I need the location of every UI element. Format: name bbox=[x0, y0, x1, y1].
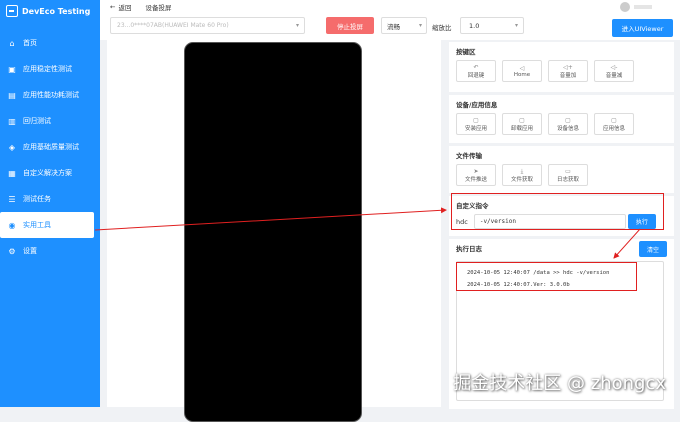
tool-icon: ➤ bbox=[473, 167, 479, 175]
tool-button[interactable]: ▭ 日志获取 bbox=[548, 164, 588, 186]
tool-icon: ▢ bbox=[565, 116, 571, 124]
keys-card: 按键区 ↶ 回退键 ◁ Home ◁+ 音量加 ◁- 音量减 bbox=[449, 42, 674, 92]
tool-button-label: 卸载应用 bbox=[510, 125, 533, 132]
file-transfer-card: 文件传输 ➤ 文件推送 ⤓ 文件获取 ▭ 日志获取 bbox=[449, 146, 674, 193]
sidebar-item-label: 应用稳定性测试 bbox=[23, 65, 72, 73]
file-transfer-card-title: 文件传输 bbox=[456, 152, 482, 160]
tool-button[interactable]: ◁ Home bbox=[502, 60, 542, 82]
chevron-down-icon: ▾ bbox=[295, 22, 299, 29]
breadcrumb: 设备投屏 bbox=[145, 4, 172, 12]
screen-preview-area bbox=[107, 40, 441, 422]
device-button-row: ▢ 安装应用 ▢ 卸载应用 ▢ 设备信息 ▢ 应用信息 bbox=[456, 113, 668, 135]
quality-icon: ◈ bbox=[8, 142, 16, 152]
control-bar: 23...0****07AB(HUAWEI Mate 60 Pro) ▾ 停止投… bbox=[100, 14, 680, 40]
app-logo-icon bbox=[6, 5, 18, 17]
scale-select[interactable]: 1.0 ▾ bbox=[460, 17, 524, 34]
sidebar: DevEco Testing ⌂ 首页 ▣ 应用稳定性测试 ▤ 应用性能功耗测试 ▥ 回归测试… bbox=[0, 0, 100, 407]
tool-icon: ◁ bbox=[519, 64, 525, 72]
scale-select-value: 1.0 bbox=[469, 21, 480, 30]
sidebar-item-performance[interactable]: ▤ 应用性能功耗测试 bbox=[0, 82, 100, 108]
tool-button-label: 日志获取 bbox=[556, 176, 579, 183]
tool-button[interactable]: ↶ 回退键 bbox=[456, 60, 496, 82]
file-button-row: ➤ 文件推送 ⤓ 文件获取 ▭ 日志获取 bbox=[456, 164, 668, 186]
sidebar-item-regression[interactable]: ▥ 回归测试 bbox=[0, 108, 100, 134]
user-menu[interactable] bbox=[620, 2, 652, 12]
sidebar-item-label: 应用基础质量测试 bbox=[23, 143, 79, 151]
regression-icon: ▥ bbox=[8, 116, 16, 126]
arrow-left-icon: ← bbox=[110, 3, 116, 11]
uiviewer-button[interactable]: 进入UIViewer bbox=[612, 19, 673, 37]
sidebar-item-task[interactable]: ☰ 测试任务 bbox=[0, 186, 100, 212]
tool-button[interactable]: ⤓ 文件获取 bbox=[502, 164, 542, 186]
tool-button-label: 应用信息 bbox=[602, 125, 625, 132]
sidebar-item-solution[interactable]: ▦ 自定义解决方案 bbox=[0, 160, 100, 186]
tool-button-label: 回退键 bbox=[467, 72, 485, 79]
watermark: 掘金技术社区 @ zhongcx bbox=[453, 373, 666, 394]
tool-button[interactable]: ◁+ 音量加 bbox=[548, 60, 588, 82]
task-icon: ☰ bbox=[8, 194, 16, 204]
settings-icon: ⚙ bbox=[8, 246, 16, 256]
chevron-down-icon: ▾ bbox=[418, 22, 422, 29]
tool-icon: ⤓ bbox=[520, 167, 524, 175]
tool-button[interactable]: ▢ 应用信息 bbox=[594, 113, 634, 135]
device-info-card-title: 设备/应用信息 bbox=[456, 101, 498, 109]
tool-button[interactable]: ◁- 音量减 bbox=[594, 60, 634, 82]
tool-icon: ◁+ bbox=[563, 63, 573, 71]
tool-icon: ▢ bbox=[611, 116, 617, 124]
device-info-card: 设备/应用信息 ▢ 安装应用 ▢ 卸载应用 ▢ 设备信息 ▢ 应用信息 bbox=[449, 95, 674, 143]
tool-icon: ◁- bbox=[610, 63, 618, 71]
tool-icon: ▢ bbox=[473, 116, 479, 124]
tool-button-label: 设备信息 bbox=[556, 125, 579, 132]
solution-icon: ▦ bbox=[8, 168, 16, 178]
tool-button-label: Home bbox=[513, 71, 531, 78]
back-label: 返回 bbox=[118, 4, 132, 12]
sidebar-item-settings[interactable]: ⚙ 设置 bbox=[0, 238, 100, 264]
fluency-select[interactable]: 流畅 ▾ bbox=[381, 17, 427, 34]
tool-button[interactable]: ▢ 设备信息 bbox=[548, 113, 588, 135]
sidebar-item-label: 自定义解决方案 bbox=[23, 169, 72, 177]
sidebar-item-label: 应用性能功耗测试 bbox=[23, 91, 79, 99]
tool-button-label: 音量减 bbox=[605, 72, 623, 79]
fluency-select-value: 流畅 bbox=[387, 22, 400, 31]
tool-button-label: 文件推送 bbox=[464, 176, 487, 183]
sidebar-item-label: 测试任务 bbox=[23, 195, 51, 203]
avatar bbox=[620, 2, 630, 12]
tool-button-label: 文件获取 bbox=[510, 176, 533, 183]
tool-button-label: 安装应用 bbox=[464, 125, 487, 132]
device-select[interactable]: 23...0****07AB(HUAWEI Mate 60 Pro) ▾ bbox=[110, 17, 305, 34]
tool-button[interactable]: ▢ 卸载应用 bbox=[502, 113, 542, 135]
tool-icon: ▢ bbox=[519, 116, 525, 124]
tool-button[interactable]: ▢ 安装应用 bbox=[456, 113, 496, 135]
sidebar-item-stability[interactable]: ▣ 应用稳定性测试 bbox=[0, 56, 100, 82]
user-name-placeholder bbox=[634, 5, 652, 9]
execution-log-title: 执行日志 bbox=[456, 245, 482, 253]
scale-label: 缩放比 bbox=[432, 24, 452, 32]
tool-icon: ↶ bbox=[473, 63, 479, 71]
device-select-value: 23...0****07AB(HUAWEI Mate 60 Pro) bbox=[117, 22, 229, 29]
performance-icon: ▤ bbox=[8, 90, 16, 100]
tool-icon: ▭ bbox=[565, 167, 571, 175]
back-button[interactable]: ← 返回 bbox=[110, 2, 131, 12]
app-title: DevEco Testing bbox=[22, 6, 91, 16]
keys-card-title: 按键区 bbox=[456, 48, 476, 56]
stability-icon: ▣ bbox=[8, 64, 16, 74]
sidebar-item-quality[interactable]: ◈ 应用基础质量测试 bbox=[0, 134, 100, 160]
chevron-down-icon: ▾ bbox=[514, 22, 518, 29]
app-brand: DevEco Testing bbox=[0, 0, 100, 22]
tool-button[interactable]: ➤ 文件推送 bbox=[456, 164, 496, 186]
home-icon: ⌂ bbox=[9, 38, 15, 48]
sidebar-item-label: 设置 bbox=[23, 247, 37, 255]
tools-highlight-anchor bbox=[0, 214, 95, 238]
sidebar-item-home[interactable]: ⌂ 首页 bbox=[0, 30, 100, 56]
sidebar-item-label: 回归测试 bbox=[23, 117, 51, 125]
command-highlight-box bbox=[451, 193, 664, 230]
topbar: ← 返回 设备投屏 bbox=[100, 0, 680, 14]
keys-button-row: ↶ 回退键 ◁ Home ◁+ 音量加 ◁- 音量减 bbox=[456, 60, 668, 82]
tool-button-label: 音量加 bbox=[559, 72, 577, 79]
sidebar-item-label: 首页 bbox=[23, 39, 37, 47]
device-screen[interactable] bbox=[184, 42, 362, 422]
log-highlight-box bbox=[456, 262, 637, 291]
stop-mirroring-button[interactable]: 停止投屏 bbox=[326, 17, 374, 34]
clear-log-button[interactable]: 清空 bbox=[639, 241, 667, 257]
